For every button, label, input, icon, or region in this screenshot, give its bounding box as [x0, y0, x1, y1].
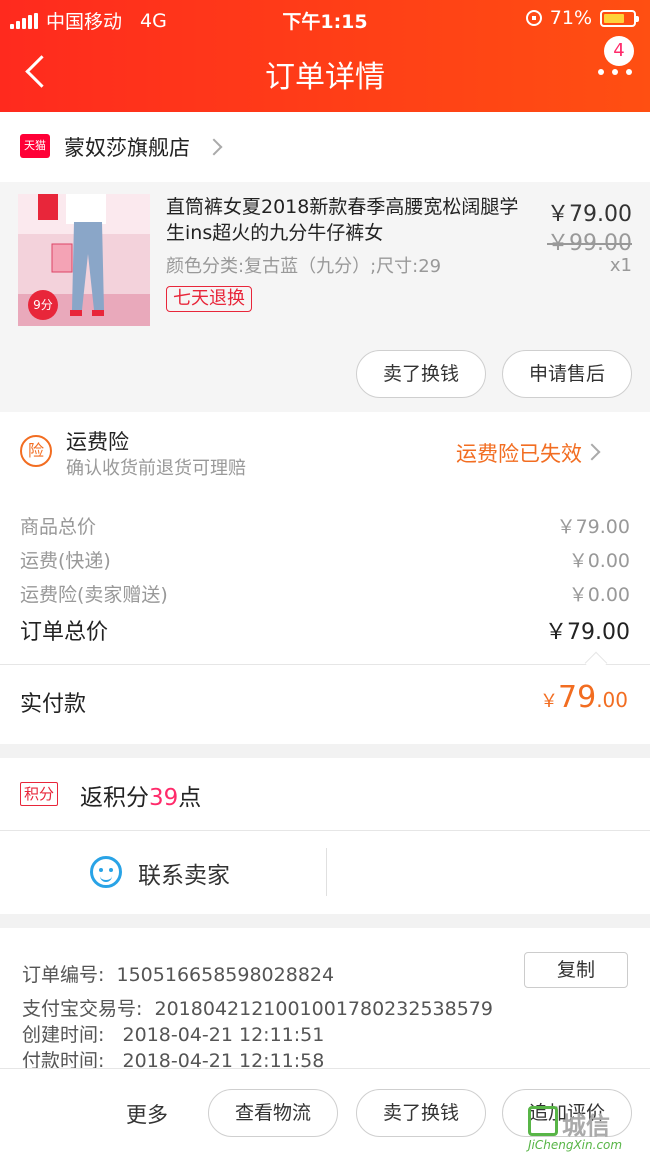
order-total-label: 订单总价: [20, 620, 109, 645]
paid-amount: ￥79.00: [540, 680, 628, 715]
insurance-status: 运费险已失效: [456, 442, 582, 466]
status-bar: 中国移动 4G 下午1:15 71%: [0, 0, 650, 36]
page-title: 订单详情: [265, 60, 385, 95]
thumbnail-tag: 9分: [28, 290, 58, 320]
copy-button[interactable]: 复制: [524, 952, 628, 988]
more-button[interactable]: 更多: [126, 1099, 168, 1129]
product-card: 9分 直筒裤女夏2018新款春季高腰宽松阔腿学生ins超火的九分牛仔裤女 ￥79…: [0, 182, 650, 412]
product-title[interactable]: 直筒裤女夏2018新款春季高腰宽松阔腿学生ins超火的九分牛仔裤女: [166, 194, 536, 246]
shop-row[interactable]: 天猫 蒙奴莎旗舰店: [0, 112, 650, 182]
order-number-label: 订单编号:: [22, 964, 105, 986]
return-policy-tag: 七天退换: [166, 286, 252, 312]
summary-label: 商品总价: [20, 516, 97, 538]
summary-value: ￥0.00: [568, 584, 630, 606]
insurance-icon: 险: [20, 435, 52, 467]
tmall-icon: 天猫: [20, 134, 50, 158]
product-sku: 颜色分类:复古蓝（九分）;尺寸:29: [166, 256, 442, 277]
paid-amount-row: 实付款 ￥79.00: [0, 651, 650, 744]
contact-row: 联系卖家: [0, 830, 650, 914]
points-prefix: 返积分: [80, 785, 149, 811]
header-bar: 中国移动 4G 下午1:15 71% 订单详情 4: [0, 0, 650, 112]
vertical-divider: [326, 848, 327, 896]
summary-row: 运费险(卖家赠送) ￥0.00: [20, 580, 630, 610]
watermark-text: 城信: [562, 1112, 610, 1140]
shipping-insurance-row[interactable]: 险 运费险 确认收货前退货可理赔 运费险已失效: [0, 412, 650, 498]
chevron-right-icon: [583, 443, 601, 461]
order-number-value: 150516658598028824: [116, 964, 335, 986]
contact-seller-label: 联系卖家: [138, 863, 230, 889]
summary-label: 运费险(卖家赠送): [20, 584, 168, 606]
points-text: 返积分39点: [80, 778, 201, 812]
shop-name: 蒙奴莎旗舰店: [64, 136, 190, 160]
rotation-lock-icon: [525, 10, 542, 26]
contact-seller-button[interactable]: 联系卖家: [0, 830, 326, 914]
after-sale-button[interactable]: 申请售后: [502, 350, 632, 398]
product-price: ￥79.00: [547, 202, 632, 227]
insurance-title: 运费险: [66, 430, 129, 454]
points-badge: 积分: [20, 782, 59, 806]
order-total-value: ￥79.00: [545, 620, 630, 645]
watermark-icon: [528, 1106, 558, 1136]
order-info: 订单编号: 150516658598028824 复制 支付宝交易号: 2018…: [0, 928, 650, 1072]
summary-value: ￥79.00: [556, 516, 630, 538]
order-number-line: 订单编号: 150516658598028824: [22, 960, 334, 987]
product-thumbnail[interactable]: 9分: [18, 194, 150, 326]
order-total-row: 订单总价 ￥79.00: [20, 614, 630, 648]
summary-value: ￥0.00: [568, 550, 630, 572]
message-count-badge: 4: [604, 36, 634, 66]
points-number: 39: [149, 785, 179, 811]
chevron-right-icon: [205, 138, 223, 156]
summary-label: 运费(快递): [20, 550, 111, 572]
sell-button[interactable]: 卖了换钱: [356, 1089, 486, 1137]
created-line: 创建时间: 2018-04-21 12:11:51: [22, 1020, 324, 1047]
watermark-logo: 城信 JiChengXin.com: [528, 1106, 644, 1152]
sell-button[interactable]: 卖了换钱: [356, 350, 486, 398]
paid-integer: 79: [558, 680, 597, 715]
summary-row: 运费(快递) ￥0.00: [20, 546, 630, 576]
watermark-sub: JiChengXin.com: [528, 1138, 623, 1152]
paid-decimal: .00: [596, 688, 628, 712]
summary-row: 商品总价 ￥79.00: [20, 512, 630, 542]
points-row: 积分 返积分39点: [0, 758, 650, 830]
product-original-price: ￥99.00: [547, 231, 632, 256]
created-value: 2018-04-21 12:11:51: [122, 1024, 325, 1046]
points-suffix: 点: [178, 785, 202, 811]
status-right: 71%: [525, 7, 639, 29]
alipay-value: 2018042121001001780232538579: [154, 998, 493, 1020]
battery-icon: [600, 9, 639, 27]
insurance-subtitle: 确认收货前退货可理赔: [66, 458, 246, 479]
paid-currency: ￥: [540, 691, 558, 712]
price-summary: 商品总价 ￥79.00 运费(快递) ￥0.00 运费险(卖家赠送) ￥0.00…: [0, 498, 650, 664]
alipay-label: 支付宝交易号:: [22, 998, 143, 1020]
paid-label: 实付款: [20, 692, 87, 717]
battery-percent: 71%: [549, 7, 592, 29]
product-quantity: x1: [609, 255, 632, 276]
wangwang-chat-icon: [90, 856, 122, 888]
created-label: 创建时间:: [22, 1024, 105, 1046]
view-logistics-button[interactable]: 查看物流: [208, 1089, 338, 1137]
divider: [0, 664, 650, 665]
alipay-line: 支付宝交易号: 2018042121001001780232538579: [22, 994, 493, 1021]
